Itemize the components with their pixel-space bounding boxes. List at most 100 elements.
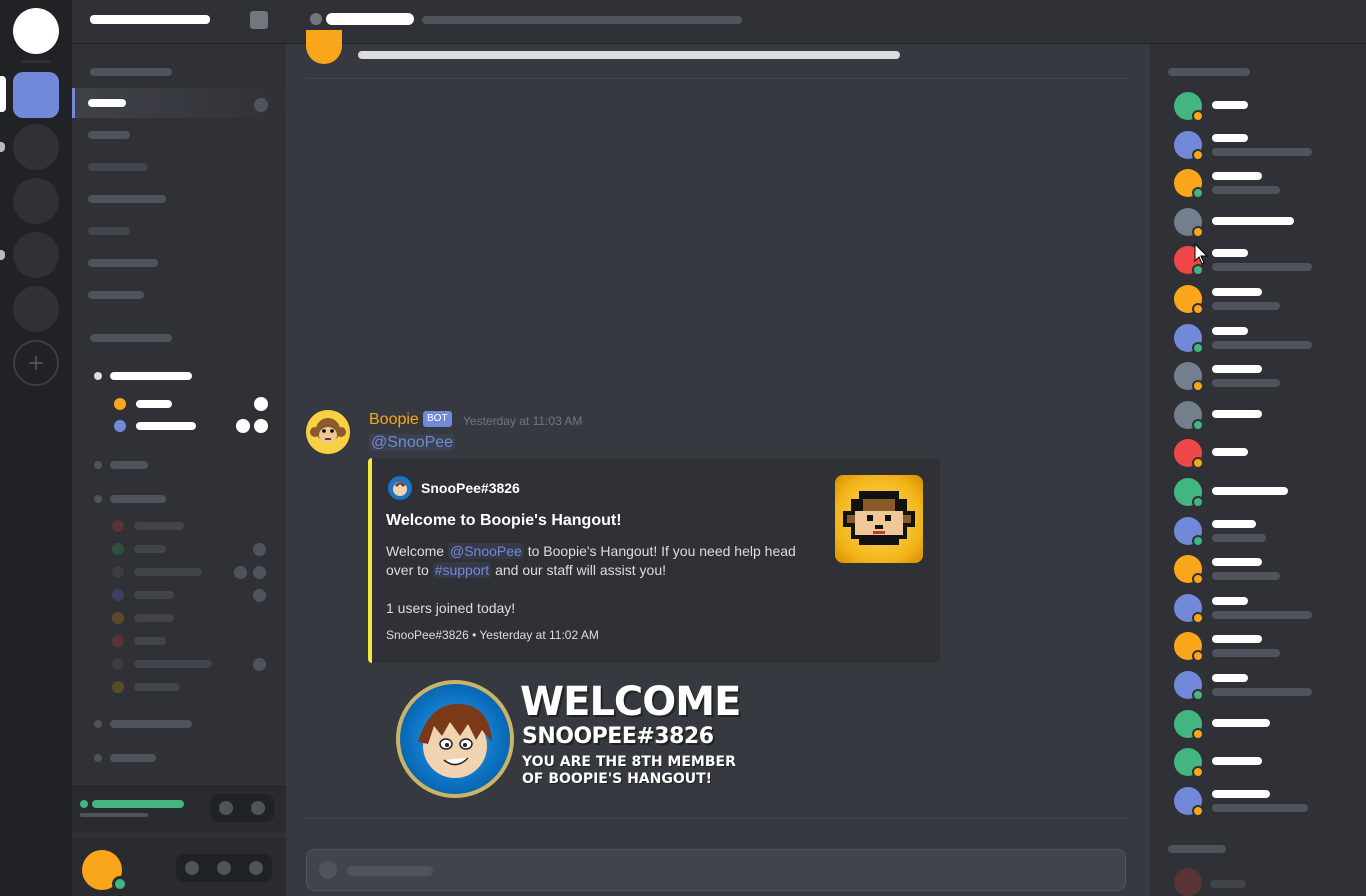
status-indicator [1192, 573, 1204, 586]
member-row[interactable] [1174, 90, 1354, 124]
member-row[interactable] [1174, 708, 1354, 742]
voice-user-avatar[interactable] [112, 566, 124, 578]
previous-message-text [358, 51, 900, 59]
member-row[interactable] [1174, 553, 1354, 587]
member-name [1212, 409, 1262, 418]
channel-item[interactable] [88, 259, 158, 267]
voice-user-name [136, 422, 196, 430]
voice-channel-item[interactable] [110, 461, 148, 469]
embed-thumbnail[interactable] [835, 475, 923, 563]
server-icon-active[interactable] [13, 72, 59, 118]
attach-icon[interactable] [319, 861, 337, 879]
home-button[interactable] [13, 8, 59, 54]
avatar[interactable] [306, 410, 350, 454]
composer-divider [306, 818, 1128, 819]
status-indicator [1192, 418, 1204, 431]
member-row[interactable] [1174, 283, 1354, 317]
screen-share-button[interactable] [210, 794, 242, 822]
member-row[interactable] [1174, 399, 1354, 433]
status-indicator [1192, 303, 1204, 315]
channel-mention[interactable]: #support [432, 562, 492, 578]
server-menu-icon[interactable] [250, 11, 268, 29]
member-row[interactable] [1174, 167, 1354, 201]
member-row[interactable] [1174, 129, 1354, 163]
member-name [1212, 172, 1262, 181]
message-input[interactable] [306, 849, 1126, 891]
member-row[interactable] [1174, 322, 1354, 356]
member-row[interactable] [1174, 746, 1354, 780]
embed-author[interactable]: SnooPee#3826 [421, 480, 520, 496]
channel-settings-icon[interactable] [254, 98, 268, 112]
member-row[interactable] [1174, 866, 1354, 896]
voice-user-name [134, 660, 212, 668]
voice-channel-item[interactable] [110, 372, 192, 380]
status-indicator [1192, 148, 1204, 161]
server-header[interactable] [72, 0, 286, 44]
voice-channel-item[interactable] [110, 495, 166, 503]
member-row[interactable] [1174, 476, 1354, 510]
channel-item[interactable] [88, 163, 148, 171]
channel-item[interactable] [88, 131, 130, 139]
member-name [1212, 448, 1248, 457]
member-activity [1212, 649, 1280, 658]
mute-button[interactable] [176, 854, 208, 882]
voice-user-avatar[interactable] [112, 681, 124, 693]
member-row[interactable] [1174, 669, 1354, 703]
voice-user-avatar[interactable] [112, 543, 124, 555]
embed-joined-count: 1 users joined today! [386, 600, 516, 616]
status-indicator [1192, 496, 1204, 508]
voice-user-avatar[interactable] [114, 398, 126, 410]
status-indicator [1192, 727, 1204, 740]
voice-user-avatar[interactable] [114, 420, 126, 432]
add-server-button[interactable]: + [13, 340, 59, 386]
user-mention[interactable]: @SnooPee [369, 434, 456, 451]
category-header[interactable] [90, 334, 172, 342]
member-name [1212, 288, 1262, 296]
voice-status-icon [254, 397, 268, 411]
voice-channel-item[interactable] [110, 754, 156, 762]
member-row[interactable] [1174, 360, 1354, 394]
voice-status-icon [253, 566, 266, 579]
plus-icon: + [26, 350, 46, 376]
voice-status-icon [254, 419, 268, 433]
welcome-card-username: SNOOPEE#3826 [522, 724, 714, 749]
voice-user-avatar[interactable] [112, 520, 124, 532]
channel-name [326, 13, 414, 25]
status-indicator [1192, 110, 1204, 122]
rail-separator [22, 60, 50, 63]
voice-user-avatar[interactable] [112, 612, 124, 624]
member-row[interactable] [1174, 515, 1354, 549]
avatar[interactable] [306, 30, 342, 64]
message-author[interactable]: Boopie [369, 411, 419, 429]
channel-item[interactable] [88, 227, 130, 235]
member-row[interactable] [1174, 785, 1354, 819]
member-name [1212, 101, 1248, 109]
member-row[interactable] [1174, 437, 1354, 471]
user-mention[interactable]: @SnooPee [447, 543, 524, 559]
voice-user-avatar[interactable] [112, 635, 124, 647]
server-icon[interactable] [13, 178, 59, 224]
channel-item[interactable] [88, 195, 166, 203]
unread-indicator [0, 250, 5, 260]
voice-connected-label [92, 800, 184, 808]
member-row[interactable] [1174, 206, 1354, 240]
voice-user-avatar[interactable] [112, 589, 124, 601]
server-icon[interactable] [13, 286, 59, 332]
channel-item[interactable] [88, 291, 144, 299]
disconnect-button[interactable] [242, 794, 274, 822]
server-icon[interactable] [13, 232, 59, 278]
member-row[interactable] [1174, 592, 1354, 626]
member-name [1212, 487, 1288, 495]
settings-button[interactable] [240, 854, 272, 882]
voice-user-avatar[interactable] [112, 658, 124, 670]
member-row[interactable] [1174, 630, 1354, 664]
member-activity [1212, 572, 1280, 581]
voice-channel-item[interactable] [110, 720, 192, 728]
deafen-button[interactable] [208, 854, 240, 882]
category-header[interactable] [90, 68, 172, 76]
status-indicator [1192, 457, 1204, 470]
server-icon[interactable] [13, 124, 59, 170]
voice-user-name [134, 522, 184, 530]
welcome-card-image[interactable]: WELCOME SNOOPEE#3826 YOU ARE THE 8TH MEM… [390, 678, 750, 802]
member-activity [1212, 340, 1312, 349]
